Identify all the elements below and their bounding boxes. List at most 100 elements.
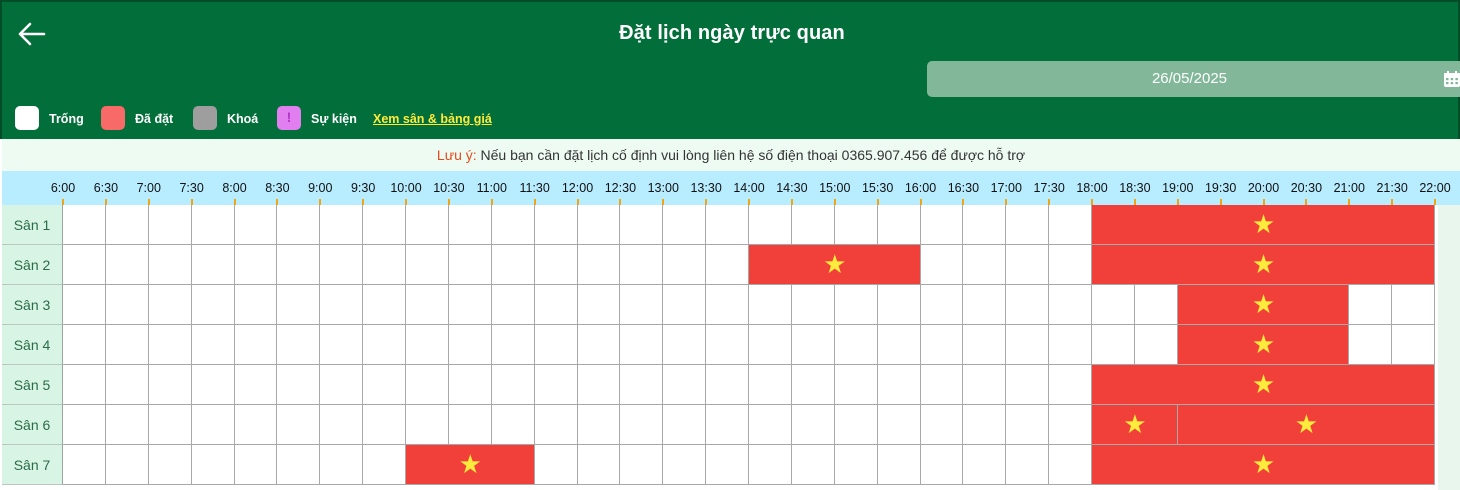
free-slot[interactable]	[1006, 205, 1050, 245]
free-slot[interactable]	[277, 445, 321, 485]
free-slot[interactable]	[963, 325, 1007, 365]
free-slot[interactable]	[277, 365, 321, 405]
free-slot[interactable]	[1049, 325, 1092, 365]
free-slot[interactable]	[277, 245, 321, 285]
free-slot[interactable]	[920, 365, 964, 405]
free-slot[interactable]	[320, 445, 364, 485]
free-slot[interactable]	[1049, 245, 1092, 285]
free-slot[interactable]	[749, 365, 792, 405]
free-slot[interactable]	[448, 245, 492, 285]
free-slot[interactable]	[363, 285, 406, 325]
free-slot[interactable]	[706, 405, 749, 445]
free-slot[interactable]	[363, 205, 406, 245]
free-slot[interactable]	[534, 205, 578, 245]
free-slot[interactable]	[63, 445, 106, 485]
free-slot[interactable]	[277, 405, 321, 445]
booked-slot[interactable]: ★	[1092, 445, 1435, 485]
free-slot[interactable]	[920, 325, 964, 365]
free-slot[interactable]	[148, 445, 192, 485]
free-slot[interactable]	[191, 205, 235, 245]
free-slot[interactable]	[1049, 405, 1092, 445]
free-slot[interactable]	[363, 445, 406, 485]
free-slot[interactable]	[577, 405, 621, 445]
free-slot[interactable]	[1006, 325, 1050, 365]
free-slot[interactable]	[663, 365, 707, 405]
free-slot[interactable]	[577, 365, 621, 405]
free-slot[interactable]	[749, 205, 792, 245]
free-slot[interactable]	[791, 325, 835, 365]
free-slot[interactable]	[834, 365, 878, 405]
free-slot[interactable]	[1006, 245, 1050, 285]
free-slot[interactable]	[706, 365, 749, 405]
date-picker[interactable]: 26/05/2025	[927, 61, 1460, 97]
free-slot[interactable]	[620, 405, 664, 445]
free-slot[interactable]	[834, 205, 878, 245]
free-slot[interactable]	[63, 205, 106, 245]
free-slot[interactable]	[234, 445, 278, 485]
booked-slot[interactable]: ★	[1177, 325, 1350, 365]
free-slot[interactable]	[63, 325, 106, 365]
free-slot[interactable]	[577, 445, 621, 485]
free-slot[interactable]	[1006, 365, 1050, 405]
free-slot[interactable]	[320, 205, 364, 245]
free-slot[interactable]	[706, 445, 749, 485]
free-slot[interactable]	[920, 285, 964, 325]
free-slot[interactable]	[920, 245, 964, 285]
free-slot[interactable]	[277, 325, 321, 365]
free-slot[interactable]	[534, 325, 578, 365]
free-slot[interactable]	[1006, 285, 1050, 325]
free-slot[interactable]	[277, 285, 321, 325]
free-slot[interactable]	[363, 245, 406, 285]
free-slot[interactable]	[191, 245, 235, 285]
free-slot[interactable]	[963, 405, 1007, 445]
booked-slot[interactable]: ★	[1092, 245, 1435, 285]
free-slot[interactable]	[234, 405, 278, 445]
free-slot[interactable]	[491, 325, 535, 365]
free-slot[interactable]	[1349, 285, 1393, 325]
free-slot[interactable]	[148, 205, 192, 245]
free-slot[interactable]	[749, 285, 792, 325]
free-slot[interactable]	[320, 245, 364, 285]
free-slot[interactable]	[706, 245, 749, 285]
free-slot[interactable]	[105, 325, 149, 365]
free-slot[interactable]	[448, 365, 492, 405]
free-slot[interactable]	[663, 325, 707, 365]
free-slot[interactable]	[363, 325, 406, 365]
free-slot[interactable]	[491, 285, 535, 325]
free-slot[interactable]	[577, 325, 621, 365]
free-slot[interactable]	[534, 365, 578, 405]
free-slot[interactable]	[534, 245, 578, 285]
free-slot[interactable]	[277, 205, 321, 245]
free-slot[interactable]	[105, 445, 149, 485]
free-slot[interactable]	[834, 325, 878, 365]
booked-slot[interactable]: ★	[406, 445, 535, 485]
free-slot[interactable]	[491, 245, 535, 285]
free-slot[interactable]	[706, 285, 749, 325]
free-slot[interactable]	[577, 245, 621, 285]
free-slot[interactable]	[406, 205, 449, 245]
free-slot[interactable]	[63, 245, 106, 285]
booked-slot[interactable]: ★	[1092, 365, 1435, 405]
view-courts-prices-link[interactable]: Xem sân & bảng giá	[373, 112, 492, 126]
free-slot[interactable]	[534, 405, 578, 445]
free-slot[interactable]	[448, 205, 492, 245]
free-slot[interactable]	[406, 285, 449, 325]
free-slot[interactable]	[105, 365, 149, 405]
free-slot[interactable]	[491, 405, 535, 445]
free-slot[interactable]	[534, 445, 578, 485]
free-slot[interactable]	[749, 445, 792, 485]
free-slot[interactable]	[963, 365, 1007, 405]
free-slot[interactable]	[363, 405, 406, 445]
free-slot[interactable]	[877, 285, 921, 325]
free-slot[interactable]	[191, 325, 235, 365]
free-slot[interactable]	[620, 365, 664, 405]
free-slot[interactable]	[191, 445, 235, 485]
free-slot[interactable]	[148, 405, 192, 445]
free-slot[interactable]	[1134, 325, 1178, 365]
free-slot[interactable]	[834, 405, 878, 445]
free-slot[interactable]	[749, 405, 792, 445]
free-slot[interactable]	[920, 205, 964, 245]
free-slot[interactable]	[963, 245, 1007, 285]
free-slot[interactable]	[406, 405, 449, 445]
free-slot[interactable]	[234, 325, 278, 365]
